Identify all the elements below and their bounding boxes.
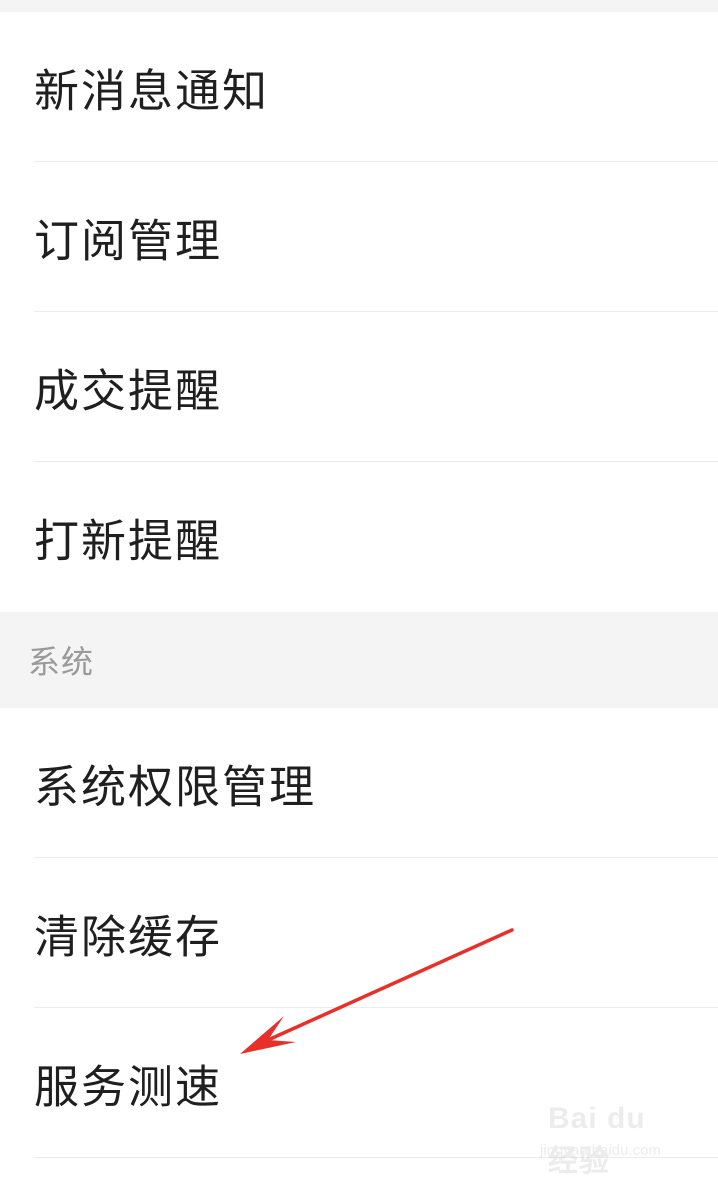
notifications-list: 新消息通知 订阅管理 成交提醒 打新提醒 xyxy=(0,12,718,612)
section-header-system: 系统 xyxy=(0,612,718,708)
settings-item-trade-reminder[interactable]: 成交提醒 xyxy=(0,312,718,462)
watermark-url: jingyan.baidu.com xyxy=(540,1142,661,1159)
settings-item-label: 清除缓存 xyxy=(34,910,223,964)
settings-item-system-permissions[interactable]: 系统权限管理 xyxy=(0,708,718,858)
settings-item-label: 服务测速 xyxy=(34,1060,223,1114)
system-list: 系统权限管理 清除缓存 服务测速 xyxy=(0,708,718,1158)
settings-item-label: 订阅管理 xyxy=(34,214,223,268)
settings-item-clear-cache[interactable]: 清除缓存 xyxy=(0,858,718,1008)
watermark-logo-text: Bai du 经验 xyxy=(548,1102,646,1178)
top-strip xyxy=(0,0,718,12)
settings-item-label: 成交提醒 xyxy=(34,364,223,418)
settings-item-ipo-reminder[interactable]: 打新提醒 xyxy=(0,462,718,612)
settings-item-label: 新消息通知 xyxy=(34,64,270,118)
settings-item-subscription-management[interactable]: 订阅管理 xyxy=(0,162,718,312)
settings-item-label: 打新提醒 xyxy=(34,514,223,568)
settings-item-label: 系统权限管理 xyxy=(34,760,317,814)
settings-item-new-message-notification[interactable]: 新消息通知 xyxy=(0,12,718,162)
section-title: 系统 xyxy=(28,643,95,681)
watermark-logo: Bai du 经验 jingyan.baidu.com xyxy=(540,1102,680,1178)
